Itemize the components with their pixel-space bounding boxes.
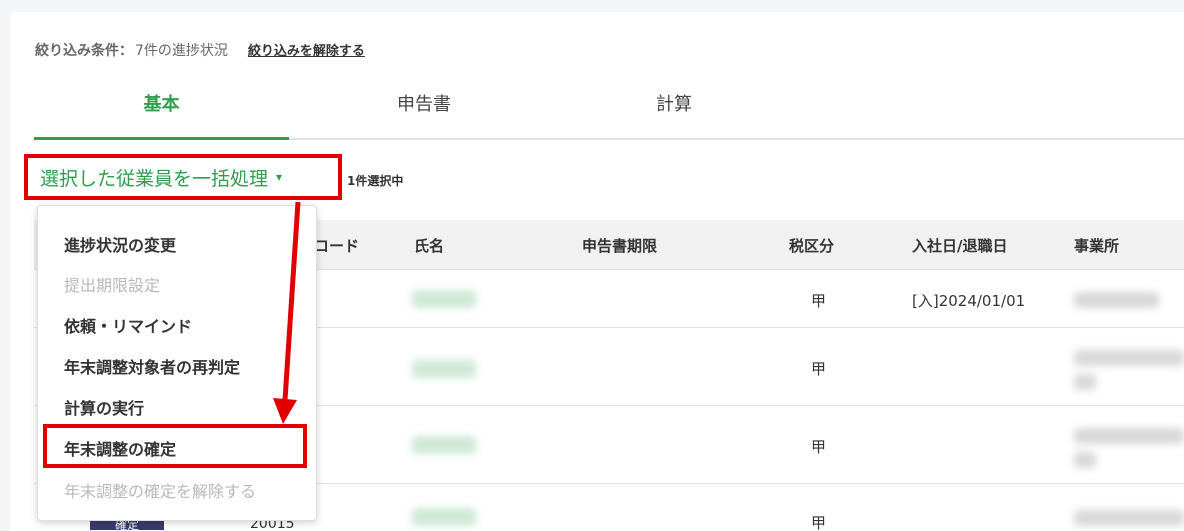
menu-item-request-remind[interactable]: 依頼・リマインド — [64, 313, 192, 337]
office-redacted — [1074, 510, 1184, 526]
office-redacted — [1074, 428, 1184, 444]
header-join-leave-date: 入社日/退職日 — [912, 237, 1008, 255]
menu-item-change-status[interactable]: 進捗状況の変更 — [64, 232, 176, 256]
tax-class: 甲 — [811, 438, 827, 456]
tax-class: 甲 — [811, 292, 827, 310]
employee-name-redacted — [412, 360, 476, 378]
filter-value: 7件の進捗状況 — [135, 43, 228, 59]
office-redacted — [1074, 350, 1184, 366]
active-tab-indicator — [34, 137, 289, 140]
bulk-action-menu: 進捗状況の変更 提出期限設定 依頼・リマインド 年末調整対象者の再判定 計算の実… — [37, 205, 317, 521]
selected-count: 1件選択中 — [347, 174, 404, 188]
employee-name-redacted — [412, 436, 476, 454]
header-tax-class: 税区分 — [789, 237, 835, 255]
tab-declaration[interactable]: 申告書 — [324, 90, 524, 138]
header-office: 事業所 — [1074, 237, 1120, 255]
tax-class: 甲 — [811, 514, 827, 531]
tab-calculation[interactable]: 計算 — [574, 90, 774, 138]
clear-filter-link[interactable]: 絞り込みを解除する — [248, 40, 365, 59]
menu-item-unfinalize-adjustment: 年末調整の確定を解除する — [64, 482, 257, 501]
join-date: [入]2024/01/01 — [912, 292, 1026, 310]
office-redacted — [1074, 292, 1159, 308]
header-code: コード — [314, 237, 360, 255]
menu-item-rejudge-targets[interactable]: 年末調整対象者の再判定 — [64, 354, 240, 378]
bulk-action-button[interactable]: 選択した従業員を一括処理 ▾ — [24, 154, 342, 200]
employee-name-redacted — [412, 290, 476, 308]
header-deadline: 申告書期限 — [582, 237, 658, 255]
office-redacted — [1074, 452, 1096, 468]
tab-basic[interactable]: 基本 — [34, 90, 289, 138]
menu-item-run-calculation[interactable]: 計算の実行 — [64, 395, 144, 419]
menu-item-finalize-adjustment[interactable]: 年末調整の確定 — [64, 436, 176, 460]
tab-bar: 基本 申告書 計算 — [34, 82, 1184, 140]
filter-bar: 絞り込み条件： 7件の進捗状況 絞り込みを解除する — [35, 40, 365, 60]
caret-down-icon: ▾ — [276, 170, 283, 184]
employee-name-redacted — [412, 508, 476, 526]
menu-item-deadline-setting: 提出期限設定 — [64, 276, 161, 295]
header-name: 氏名 — [414, 237, 445, 255]
filter-label: 絞り込み条件： — [35, 43, 133, 59]
tax-class: 甲 — [811, 360, 827, 378]
office-redacted — [1074, 374, 1096, 390]
bulk-action-label: 選択した従業員を一括処理 — [40, 167, 269, 190]
